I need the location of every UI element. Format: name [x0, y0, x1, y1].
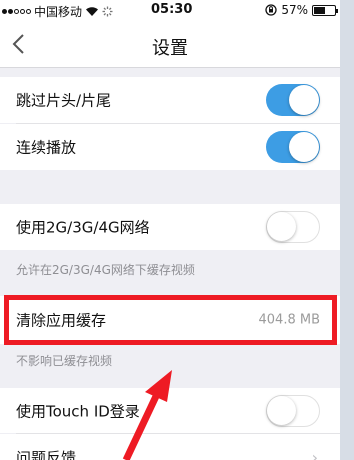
autoplay-label: 连续播放	[16, 138, 77, 157]
feedback-label: 问题反馈	[16, 449, 77, 460]
skip-intro-label: 跳过片头/片尾	[16, 91, 112, 110]
chevron-right-icon: ›	[311, 448, 318, 460]
cellular-note: 允许在2G/3G/4G网络下缓存视频	[16, 263, 195, 277]
carrier-name: 中国移动	[34, 5, 83, 19]
battery-percent: 57%	[281, 3, 308, 17]
status-right: 57%	[265, 3, 338, 17]
settings-screen: 中国移动 05:30 57% 设置 跳过片头/片尾 连续播放 使用2G/3G/4…	[0, 0, 340, 460]
settings-row-autoplay: 连续播放	[0, 124, 340, 170]
touch-id-label: 使用Touch ID登录	[16, 402, 140, 420]
cellular-label: 使用2G/3G/4G网络	[16, 218, 150, 237]
rotation-lock-icon	[265, 4, 277, 16]
settings-row-touch-id: 使用Touch ID登录	[0, 388, 340, 433]
status-time: 05:30	[151, 2, 193, 17]
navigation-bar: 设置	[0, 20, 340, 68]
highlight-box	[4, 295, 337, 345]
page-title: 设置	[152, 38, 188, 59]
status-left: 中国移动	[2, 3, 113, 20]
settings-row-cellular: 使用2G/3G/4G网络	[0, 204, 340, 250]
loading-icon	[102, 6, 113, 17]
touch-id-toggle[interactable]	[266, 394, 320, 427]
battery-icon	[312, 4, 338, 16]
skip-intro-toggle[interactable]	[266, 84, 320, 116]
status-bar: 中国移动 05:30 57%	[0, 0, 340, 20]
settings-row-feedback[interactable]: 问题反馈 ›	[0, 434, 340, 460]
autoplay-toggle[interactable]	[266, 131, 320, 163]
screen-edge-strip	[340, 0, 354, 460]
wifi-icon	[86, 7, 99, 16]
clear-cache-note: 不影响已缓存视频	[16, 354, 113, 368]
signal-strength-icon	[2, 9, 31, 14]
settings-row-skip-intro: 跳过片头/片尾	[0, 77, 340, 123]
cellular-toggle[interactable]	[266, 211, 320, 243]
battery-fill	[314, 6, 325, 14]
